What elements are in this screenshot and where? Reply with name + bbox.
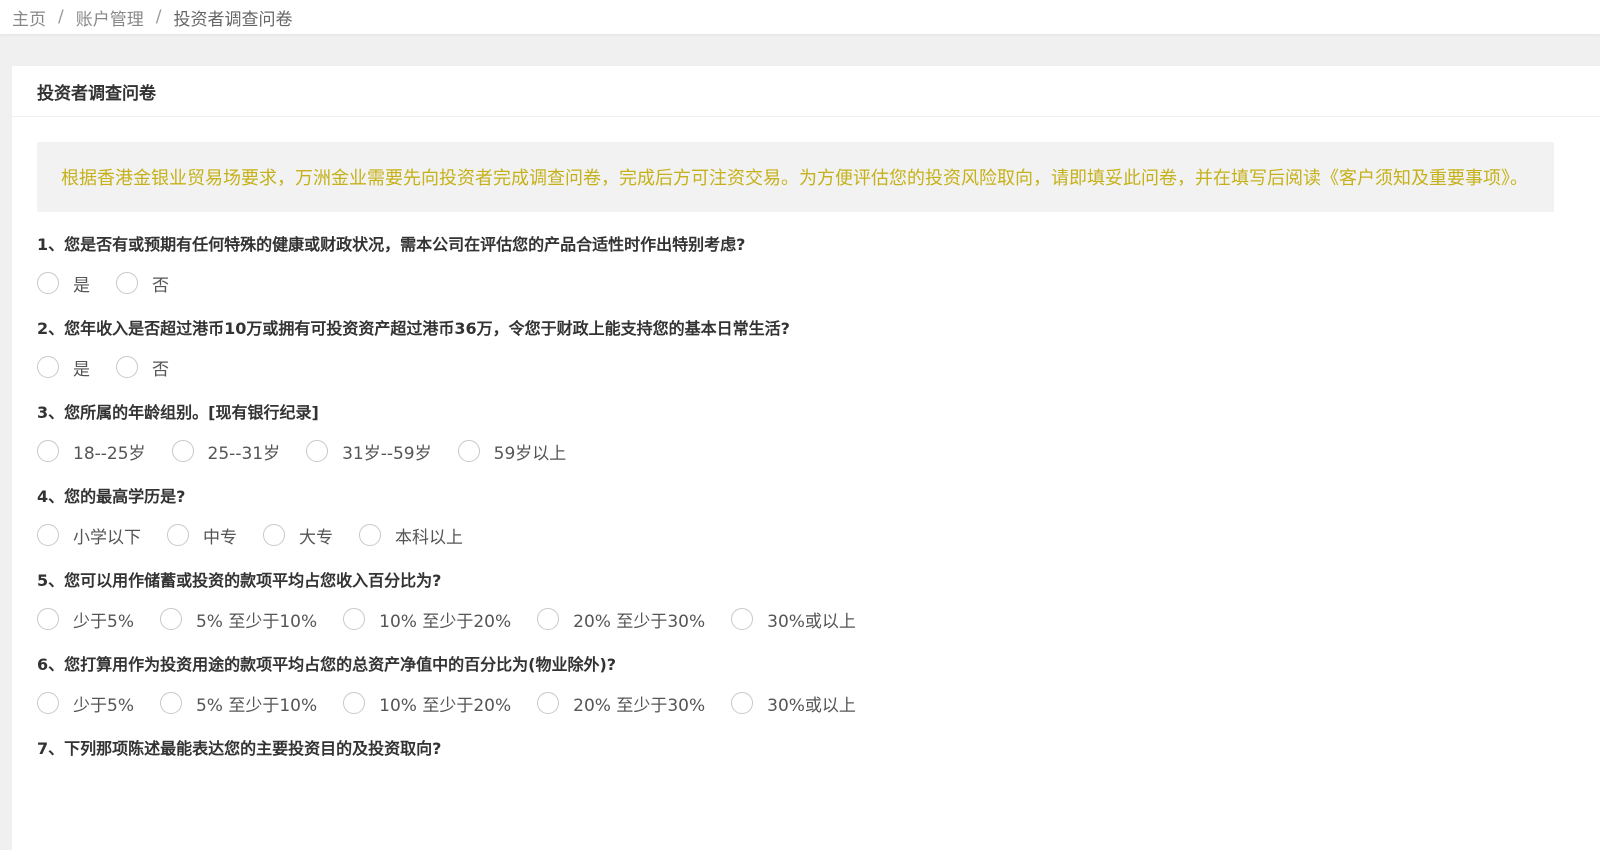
radio-option-label: 30%或以上 — [767, 611, 856, 632]
radio-option[interactable]: 18--25岁 — [37, 438, 146, 464]
radio-circle-icon[interactable] — [116, 272, 138, 294]
radio-option-label: 10% 至少于20% — [379, 695, 512, 716]
radio-option[interactable]: 10% 至少于20% — [343, 690, 511, 716]
radio-option-label: 5% 至少于10% — [195, 611, 318, 632]
radio-option[interactable]: 10% 至少于20% — [343, 606, 511, 632]
radio-option[interactable]: 20% 至少于30% — [537, 606, 705, 632]
radio-option-label: 本科以上 — [395, 527, 463, 548]
radio-circle-icon[interactable] — [537, 608, 560, 630]
radio-option[interactable]: 中专 — [167, 522, 237, 548]
radio-circle-icon[interactable] — [167, 524, 189, 546]
radio-option[interactable]: 5% 至少于10% — [159, 690, 318, 716]
breadcrumb-current: 投资者调查问卷 — [173, 9, 293, 30]
card-title: 投资者调查问卷 — [12, 66, 1600, 117]
radio-circle-icon[interactable] — [37, 608, 59, 630]
breadcrumb-separator: / — [155, 7, 162, 27]
option-group: 是否 — [37, 270, 1554, 296]
radio-option-label: 20% 至少于30% — [573, 695, 706, 716]
radio-option[interactable]: 20% 至少于30% — [537, 690, 705, 716]
radio-option[interactable]: 本科以上 — [359, 522, 463, 548]
radio-option-label: 否 — [152, 275, 169, 296]
radio-option-label: 否 — [152, 359, 169, 380]
radio-option-label: 30%或以上 — [767, 695, 856, 716]
radio-option[interactable]: 5% 至少于10% — [159, 606, 318, 632]
radio-option-label: 18--25岁 — [73, 443, 146, 464]
radio-circle-icon[interactable] — [159, 692, 182, 714]
radio-option[interactable]: 59岁以上 — [457, 438, 567, 464]
radio-option-label: 10% 至少于20% — [379, 611, 512, 632]
question-title: 2、您年收入是否超过港币10万或拥有可投资资产超过港币36万，令您于财政上能支持… — [37, 319, 790, 338]
radio-option-label: 小学以下 — [73, 527, 141, 548]
radio-option-label: 31岁--59岁 — [342, 443, 432, 464]
radio-option-label: 中专 — [203, 527, 237, 548]
radio-circle-icon[interactable] — [171, 440, 194, 462]
radio-circle-icon[interactable] — [537, 692, 560, 714]
radio-option[interactable]: 25--31岁 — [171, 438, 281, 464]
radio-option-label: 59岁以上 — [493, 443, 567, 464]
card-body: 根据香港金银业贸易场要求，万洲金业需要先向投资者完成调查问卷，完成后方可注资交易… — [12, 117, 1600, 760]
radio-circle-icon[interactable] — [731, 608, 754, 630]
radio-circle-icon[interactable] — [159, 608, 182, 630]
radio-option-label: 25--31岁 — [207, 443, 281, 464]
radio-option[interactable]: 是 — [37, 270, 90, 296]
radio-circle-icon[interactable] — [37, 272, 59, 294]
option-group: 18--25岁 25--31岁 31岁--59岁 59岁以上 — [37, 438, 1554, 464]
radio-circle-icon[interactable] — [263, 524, 285, 546]
question-title: 7、下列那项陈述最能表达您的主要投资目的及投资取向? — [37, 739, 442, 758]
radio-circle-icon[interactable] — [343, 608, 366, 630]
breadcrumb-home[interactable]: 主页 — [12, 5, 46, 30]
radio-option-label: 20% 至少于30% — [573, 611, 706, 632]
radio-option[interactable]: 30%或以上 — [731, 690, 856, 716]
radio-circle-icon[interactable] — [37, 440, 59, 462]
option-group: 小学以下 中专 大专 本科以上 — [37, 522, 1554, 548]
question-6: 6、您打算用作为投资用途的款项平均占您的总资产净值中的百分比为(物业除外)? 少于… — [37, 654, 1554, 716]
option-group: 少于5% 5% 至少于10% 10% 至少于20% 20% 至少于30% 30%或以上 — [37, 690, 1554, 716]
option-group: 少于5% 5% 至少于10% 10% 至少于20% 20% 至少于30% 30%或以上 — [37, 606, 1554, 632]
question-list: 1、您是否有或预期有任何特殊的健康或财政状况，需本公司在评估您的产品合适性时作出… — [37, 234, 1554, 760]
radio-circle-icon[interactable] — [306, 440, 329, 462]
radio-option[interactable]: 小学以下 — [37, 522, 141, 548]
questionnaire-card: 投资者调查问卷 根据香港金银业贸易场要求，万洲金业需要先向投资者完成调查问卷，完… — [12, 66, 1600, 850]
radio-option-label: 是 — [73, 275, 90, 296]
radio-circle-icon[interactable] — [359, 524, 381, 546]
question-2: 2、您年收入是否超过港币10万或拥有可投资资产超过港币36万，令您于财政上能支持… — [37, 318, 1554, 380]
breadcrumb-account-management[interactable]: 账户管理 — [76, 5, 144, 30]
radio-option[interactable]: 30%或以上 — [731, 606, 856, 632]
radio-circle-icon[interactable] — [37, 692, 59, 714]
question-1: 1、您是否有或预期有任何特殊的健康或财政状况，需本公司在评估您的产品合适性时作出… — [37, 234, 1554, 296]
radio-option[interactable]: 否 — [116, 354, 169, 380]
radio-circle-icon[interactable] — [343, 692, 366, 714]
radio-circle-icon[interactable] — [37, 356, 59, 378]
question-title: 3、您所属的年龄组别。[现有银行纪录] — [37, 403, 319, 422]
radio-circle-icon[interactable] — [116, 356, 138, 378]
radio-option-label: 少于5% — [73, 695, 134, 716]
radio-option[interactable]: 否 — [116, 270, 169, 296]
question-5: 5、您可以用作储蓄或投资的款项平均占您收入百分比为? 少于5% 5% 至少于10% 1… — [37, 570, 1554, 632]
question-4: 4、您的最高学历是? 小学以下 中专 大专 本科以上 — [37, 486, 1554, 548]
radio-option-label: 5% 至少于10% — [195, 695, 318, 716]
radio-option-label: 大专 — [299, 527, 333, 548]
radio-circle-icon[interactable] — [731, 692, 754, 714]
radio-option[interactable]: 少于5% — [37, 606, 134, 632]
question-title: 1、您是否有或预期有任何特殊的健康或财政状况，需本公司在评估您的产品合适性时作出… — [37, 235, 746, 254]
question-title: 5、您可以用作储蓄或投资的款项平均占您收入百分比为? — [37, 571, 442, 590]
radio-option[interactable]: 大专 — [263, 522, 333, 548]
radio-circle-icon[interactable] — [457, 440, 480, 462]
radio-option[interactable]: 31岁--59岁 — [306, 438, 432, 464]
breadcrumb-separator: / — [58, 7, 64, 27]
question-title: 6、您打算用作为投资用途的款项平均占您的总资产净值中的百分比为(物业除外)? — [37, 655, 617, 674]
radio-option[interactable]: 少于5% — [37, 690, 134, 716]
radio-circle-icon[interactable] — [37, 524, 59, 546]
question-7: 7、下列那项陈述最能表达您的主要投资目的及投资取向? — [37, 738, 1554, 760]
breadcrumb: 主页 / 账户管理 / 投资者调查问卷 — [0, 0, 1600, 34]
question-3: 3、您所属的年龄组别。[现有银行纪录] 18--25岁 25--31岁 31岁--59… — [37, 402, 1554, 464]
notice-box: 根据香港金银业贸易场要求，万洲金业需要先向投资者完成调查问卷，完成后方可注资交易… — [37, 142, 1554, 212]
radio-option-label: 是 — [73, 359, 90, 380]
option-group: 是否 — [37, 354, 1554, 380]
question-title: 4、您的最高学历是? — [37, 487, 186, 506]
radio-option[interactable]: 是 — [37, 354, 90, 380]
radio-option-label: 少于5% — [73, 611, 134, 632]
